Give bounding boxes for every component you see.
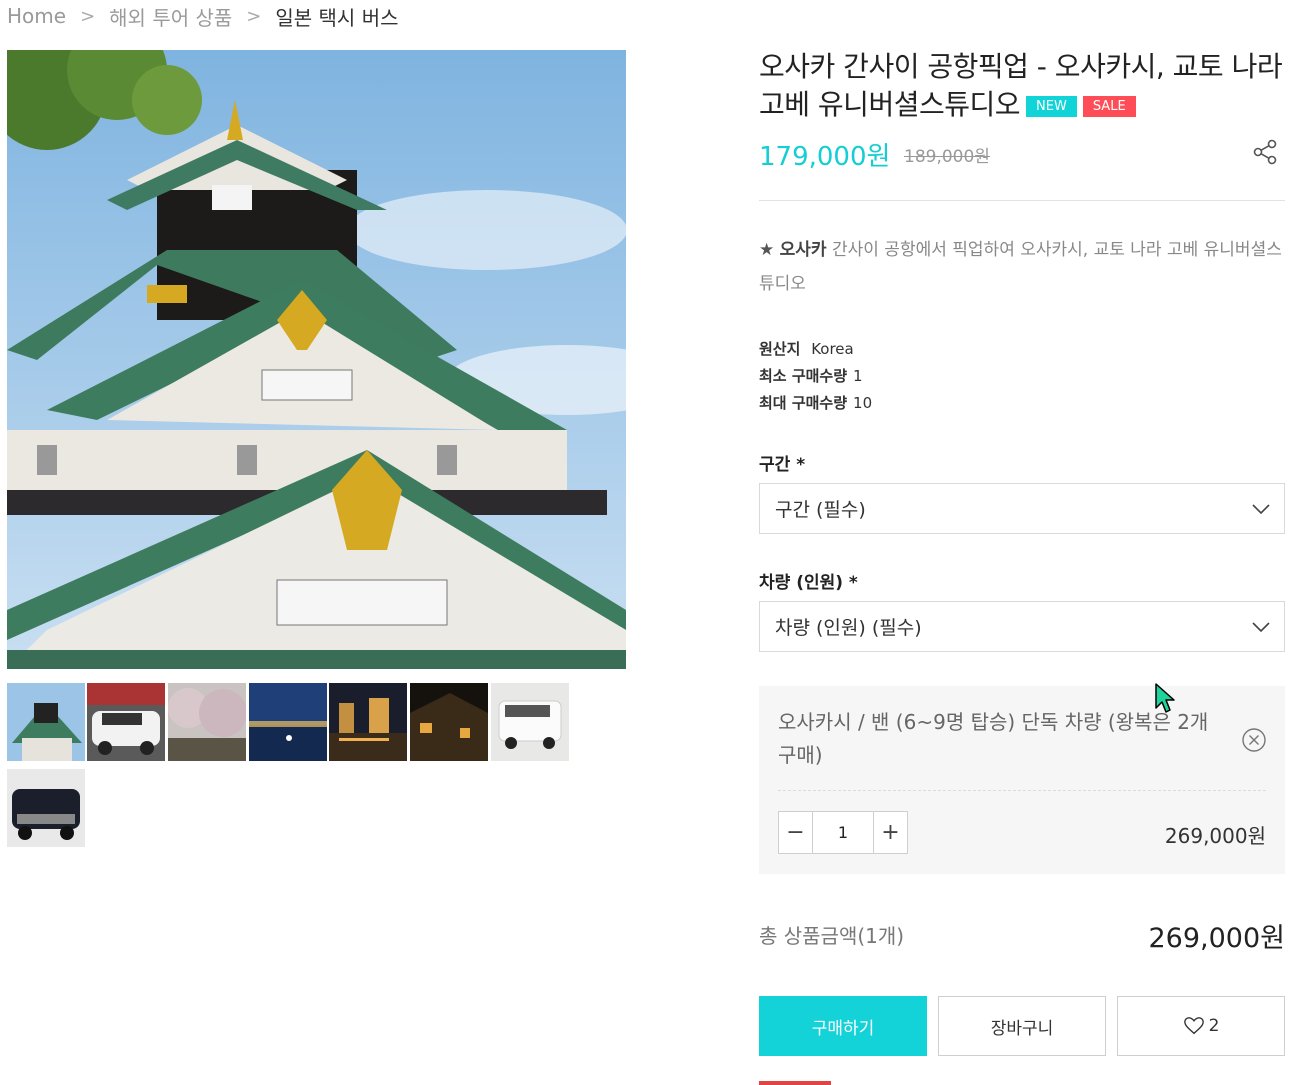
share-icon[interactable] [1251, 138, 1279, 166]
thumbnail-white-van[interactable] [491, 683, 569, 761]
meta-min-qty: 최소 구매수량 1 [759, 363, 872, 390]
breadcrumb-home[interactable]: Home [7, 4, 66, 28]
price-row: 179,000원 189,000원 [759, 134, 1285, 174]
thumbnail-night-street[interactable] [410, 683, 488, 761]
divider [759, 200, 1285, 201]
origin-label: 원산지 [759, 340, 801, 358]
origin-value: Korea [811, 340, 854, 358]
buy-button[interactable]: 구매하기 [759, 996, 927, 1056]
cart-button[interactable]: 장바구니 [938, 996, 1106, 1056]
breadcrumb: Home > 해외 투어 상품 > 일본 택시 버스 [7, 2, 399, 30]
section-select-value: 구간 (필수) [775, 499, 866, 521]
star-icon: ★ [759, 240, 775, 260]
meta-max-qty: 최대 구매수량 10 [759, 390, 872, 417]
original-price: 189,000원 [904, 147, 990, 167]
product-summary: ★ 오사카 간사이 공항에서 픽업하여 오사카시, 교토 나라 고베 유니버셜스… [759, 233, 1285, 301]
thumbnail-cherry-blossom-park[interactable] [168, 683, 246, 761]
section-option-label: 구간 * [759, 455, 806, 475]
total-price: 269,000원 [1148, 923, 1286, 954]
heart-icon [1183, 1017, 1204, 1035]
chevron-down-icon [1252, 504, 1270, 515]
vehicle-select[interactable]: 차량 (인원) (필수) [759, 601, 1285, 652]
vehicle-select-value: 차량 (인원) (필수) [775, 617, 922, 639]
vehicle-option-label: 차량 (인원) * [759, 573, 858, 593]
breadcrumb-current[interactable]: 일본 택시 버스 [275, 2, 398, 31]
sale-badge: SALE [1082, 96, 1136, 117]
max-qty-value: 10 [853, 394, 873, 412]
summary-text: 간사이 공항에서 픽업하여 오사카시, 교토 나라 고베 유니버셜스튜디오 [759, 240, 1282, 294]
remove-icon[interactable] [1241, 727, 1267, 753]
wishlist-button[interactable]: 2 [1117, 996, 1285, 1056]
section-select[interactable]: 구간 (필수) [759, 483, 1285, 534]
action-buttons: 구매하기 장바구니 2 [759, 996, 1285, 1056]
wishlist-count: 2 [1208, 1016, 1220, 1036]
thumbnail-white-minivan[interactable] [87, 683, 165, 761]
new-badge: NEW [1026, 96, 1077, 117]
meta-origin: 원산지 Korea [759, 336, 872, 363]
sale-price: 179,000원 [759, 142, 891, 172]
thumbnail-night-waterfront[interactable] [329, 683, 407, 761]
breadcrumb-separator: > [80, 5, 96, 27]
breadcrumb-separator: > [246, 5, 262, 27]
max-qty-label: 최대 구매수량 [759, 394, 848, 412]
chevron-down-icon [1252, 622, 1270, 633]
breadcrumb-category[interactable]: 해외 투어 상품 [109, 2, 232, 31]
product-meta: 원산지 Korea 최소 구매수량 1 최대 구매수량 10 [759, 336, 872, 417]
thumbnail-night-harbor[interactable] [249, 683, 327, 761]
selected-option-name: 오사카시 / 밴 (6~9명 탑승) 단독 차량 (왕복은 2개 구매) [778, 710, 1209, 767]
product-title: 오사카 간사이 공항픽업 - 오사카시, 교토 나라 고베 유니버셜스튜디오 NE… [759, 48, 1285, 124]
min-qty-value: 1 [853, 367, 863, 385]
product-title-block: 오사카 간사이 공항픽업 - 오사카시, 교토 나라 고베 유니버셜스튜디오 NE… [759, 48, 1285, 124]
selected-divider [778, 790, 1266, 791]
total-label: 총 상품금액(1개) [759, 924, 905, 948]
mouse-cursor-icon [1155, 683, 1175, 713]
selected-option-box: 오사카시 / 밴 (6~9명 탑승) 단독 차량 (왕복은 2개 구매) − 1… [759, 686, 1285, 874]
decrease-quantity-button[interactable]: − [779, 812, 812, 853]
quantity-input[interactable]: 1 [812, 812, 874, 853]
quantity-stepper: − 1 + [778, 811, 908, 854]
summary-highlight: 오사카 [779, 240, 827, 260]
increase-quantity-button[interactable]: + [874, 812, 907, 853]
product-title-text: 오사카 간사이 공항픽업 - 오사카시, 교토 나라 고베 유니버셜스튜디오 [759, 50, 1283, 121]
thumbnail-black-minivan[interactable] [7, 769, 85, 847]
thumbnail-castle[interactable] [7, 683, 85, 761]
product-main-image [7, 50, 626, 669]
bottom-partial-content [759, 1078, 831, 1085]
min-qty-label: 최소 구매수량 [759, 367, 848, 385]
option-line-price: 269,000원 [1164, 824, 1266, 848]
